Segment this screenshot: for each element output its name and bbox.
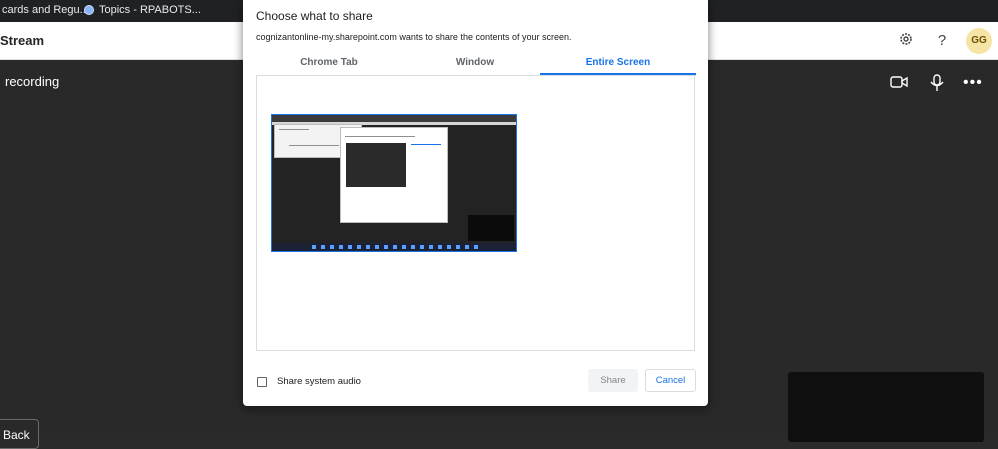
thumb-line <box>289 145 339 146</box>
back-button[interactable]: Back <box>0 419 39 449</box>
microphone-icon[interactable] <box>928 74 948 92</box>
dialog-title: Choose what to share <box>256 9 373 23</box>
self-video-preview <box>788 372 984 442</box>
tab-window[interactable]: Window <box>402 53 548 75</box>
thumb-line <box>411 144 441 145</box>
share-audio-label: Share system audio <box>277 376 361 387</box>
screen-preview-area <box>256 76 695 351</box>
screen-thumbnail[interactable] <box>271 114 517 252</box>
dialog-subtitle: cognizantonline-my.sharepoint.com wants … <box>256 32 572 42</box>
thumb-mini-screen <box>346 143 406 187</box>
share-button[interactable]: Share <box>588 369 638 392</box>
recording-label: recording <box>5 74 60 89</box>
thumb-line <box>345 136 415 137</box>
share-tabs: Chrome Tab Window Entire Screen <box>256 53 696 76</box>
thumb-self-video <box>468 215 514 241</box>
tab-chrome-tab[interactable]: Chrome Tab <box>256 53 402 75</box>
thumb-line <box>279 129 309 130</box>
tab-entire-screen[interactable]: Entire Screen <box>540 53 696 75</box>
camera-icon[interactable] <box>890 74 910 92</box>
share-audio-checkbox[interactable] <box>257 377 267 387</box>
thumb-taskbar-icons <box>312 245 482 249</box>
bookmark-topics[interactable]: Topics - RPABOTS... <box>84 4 201 16</box>
more-icon[interactable]: ••• <box>963 74 983 92</box>
gear-icon[interactable] <box>896 31 916 51</box>
app-title: Stream <box>0 33 45 48</box>
bookmark-cards[interactable]: cards and Regu... <box>2 4 89 16</box>
bookmark-topics-label: Topics - RPABOTS... <box>99 4 201 16</box>
thumb-tabstrip <box>272 115 516 122</box>
globe-icon <box>84 5 94 15</box>
help-icon[interactable]: ? <box>932 31 952 51</box>
cancel-button[interactable]: Cancel <box>645 369 696 392</box>
share-screen-dialog: Choose what to share cognizantonline-my.… <box>243 0 708 406</box>
avatar[interactable]: GG <box>966 28 992 54</box>
